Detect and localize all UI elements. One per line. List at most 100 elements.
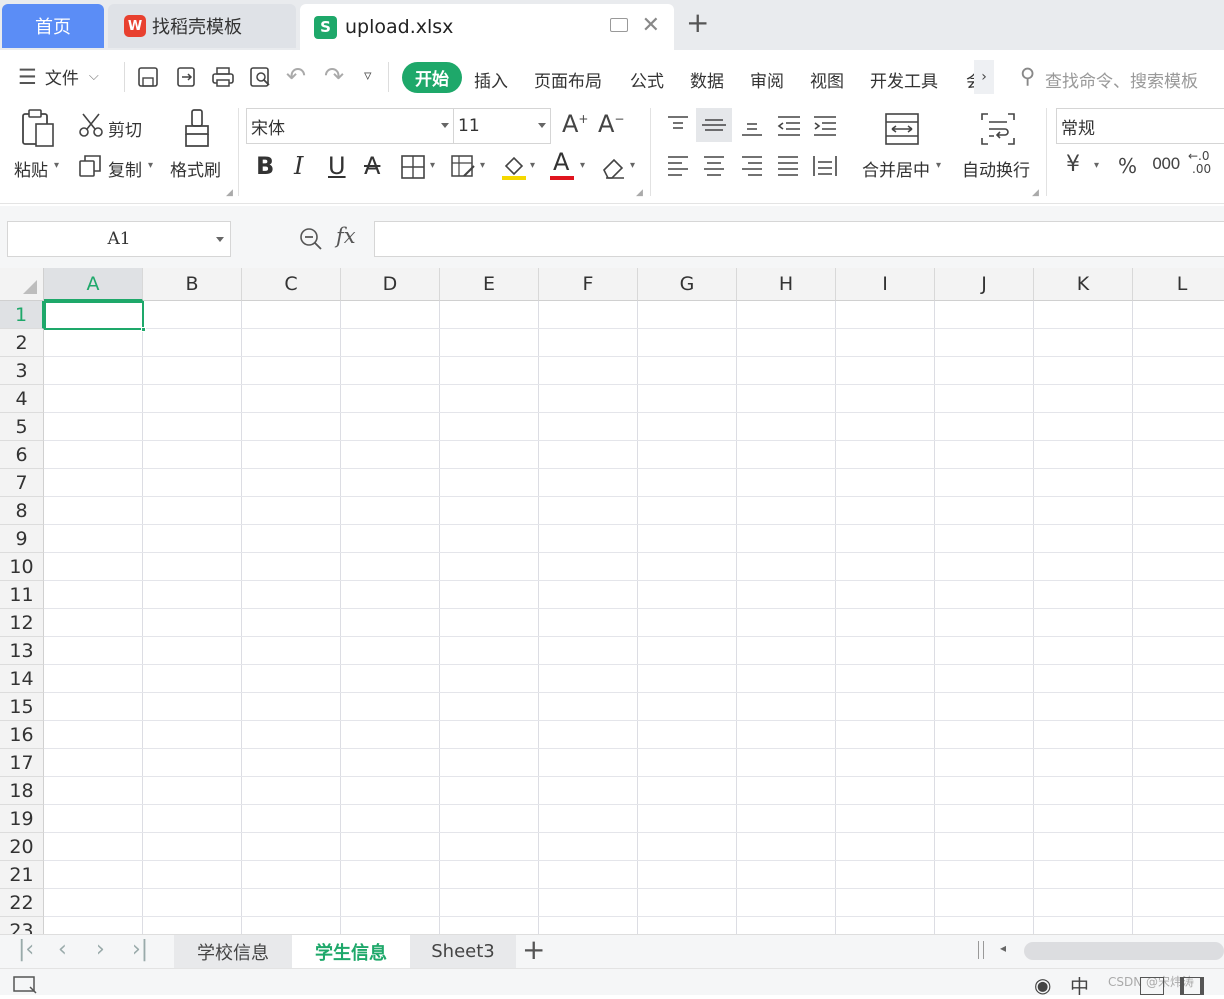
column-header-f[interactable]: F — [539, 268, 638, 301]
tab-document[interactable]: S upload.xlsx ✕ — [300, 4, 674, 50]
cell-style-dropdown-icon[interactable]: ▾ — [480, 160, 485, 171]
tab-home[interactable]: 首页 — [2, 4, 104, 48]
merge-dropdown-icon[interactable]: ▾ — [936, 160, 941, 171]
sheet-tab-sheet3[interactable]: Sheet3 — [410, 935, 516, 968]
font-color-dropdown-icon[interactable]: ▾ — [580, 160, 585, 171]
paste-dropdown-icon[interactable]: ▾ — [54, 160, 59, 171]
eye-protection-icon[interactable]: ◉ — [1034, 973, 1051, 997]
row-header-12[interactable]: 12 — [0, 609, 44, 637]
increase-decimal-icon[interactable]: ←.0 .00 — [1188, 150, 1224, 180]
merge-center-button[interactable]: 合并居中 — [862, 156, 930, 181]
ribbon-tab-formulas[interactable]: 公式 — [630, 67, 664, 92]
print-icon[interactable] — [210, 65, 236, 89]
zoom-icon[interactable] — [298, 226, 324, 252]
insert-function-icon[interactable]: fx — [336, 224, 356, 248]
align-bottom-icon[interactable] — [740, 114, 764, 138]
row-header-9[interactable]: 9 — [0, 525, 44, 553]
customize-quick-access-icon[interactable]: ▿ — [364, 66, 372, 84]
column-header-g[interactable]: G — [638, 268, 737, 301]
save-icon[interactable] — [136, 65, 160, 89]
increase-font-size-icon[interactable]: A+ — [562, 110, 588, 138]
row-header-17[interactable]: 17 — [0, 749, 44, 777]
ribbon-tab-developer[interactable]: 开发工具 — [870, 67, 938, 92]
ribbon-tab-page-layout[interactable]: 页面布局 — [534, 67, 602, 92]
undo-icon[interactable]: ↶ — [286, 62, 306, 90]
alignment-launcher-icon[interactable]: ◢ — [1032, 188, 1039, 198]
ribbon-tab-data[interactable]: 数据 — [690, 67, 724, 92]
font-size-select[interactable]: 11 — [453, 108, 551, 144]
ribbon-tab-review[interactable]: 审阅 — [750, 67, 784, 92]
column-header-j[interactable]: J — [935, 268, 1034, 301]
underline-icon[interactable]: U — [328, 152, 346, 180]
sheet-tab-school[interactable]: 学校信息 — [174, 935, 292, 968]
page-break-view-icon[interactable] — [1180, 977, 1204, 995]
eraser-icon[interactable] — [600, 154, 628, 180]
row-header-10[interactable]: 10 — [0, 553, 44, 581]
redo-icon[interactable]: ↷ — [324, 62, 344, 90]
ribbon-tab-home[interactable]: 开始 — [402, 62, 462, 93]
row-header-15[interactable]: 15 — [0, 693, 44, 721]
row-header-23[interactable]: 23 — [0, 917, 44, 934]
ribbon-tab-insert[interactable]: 插入 — [474, 67, 508, 92]
row-header-5[interactable]: 5 — [0, 413, 44, 441]
prev-sheet-icon[interactable]: ‹ — [58, 937, 67, 962]
last-sheet-icon[interactable]: ›| — [132, 937, 148, 962]
decrease-indent-icon[interactable] — [776, 114, 802, 138]
next-sheet-icon[interactable]: › — [96, 937, 105, 962]
spreadsheet-grid[interactable]: ABCDEFGHIJKL 1 2 3 4 5 6 7 8 9 10 11 12 13 14 15 16 17 18… — [0, 268, 1224, 934]
eraser-dropdown-icon[interactable]: ▾ — [630, 160, 635, 171]
currency-dropdown-icon[interactable]: ▾ — [1094, 160, 1099, 171]
fill-color-icon[interactable] — [500, 152, 528, 182]
split-handle-icon[interactable] — [978, 941, 984, 959]
thousands-separator-icon[interactable]: 000 — [1152, 154, 1181, 173]
row-header-6[interactable]: 6 — [0, 441, 44, 469]
column-header-i[interactable]: I — [836, 268, 935, 301]
fill-handle[interactable] — [141, 327, 146, 332]
ribbon-tab-view[interactable]: 视图 — [810, 67, 844, 92]
column-header-k[interactable]: K — [1034, 268, 1133, 301]
row-header-13[interactable]: 13 — [0, 637, 44, 665]
more-tabs-button[interactable]: › — [974, 60, 994, 94]
column-header-l[interactable]: L — [1133, 268, 1224, 301]
align-top-icon[interactable] — [666, 114, 690, 136]
font-launcher-icon[interactable]: ◢ — [636, 188, 643, 198]
increase-indent-icon[interactable] — [812, 114, 838, 138]
column-header-d[interactable]: D — [341, 268, 440, 301]
add-sheet-button[interactable]: + — [522, 933, 545, 966]
copy-dropdown-icon[interactable]: ▾ — [148, 160, 153, 171]
row-header-22[interactable]: 22 — [0, 889, 44, 917]
export-icon[interactable] — [174, 65, 198, 89]
percent-icon[interactable]: % — [1118, 154, 1137, 178]
borders-dropdown-icon[interactable]: ▾ — [430, 160, 435, 171]
formula-input[interactable] — [374, 221, 1224, 257]
select-all-corner[interactable] — [0, 268, 44, 301]
cut-button[interactable]: 剪切 — [108, 116, 142, 141]
font-name-select[interactable]: 宋体 — [246, 108, 454, 144]
close-tab-icon[interactable]: ✕ — [642, 13, 660, 38]
row-header-14[interactable]: 14 — [0, 665, 44, 693]
borders-icon[interactable] — [400, 154, 426, 180]
tab-template-store[interactable]: W 找稻壳模板 — [108, 4, 296, 48]
column-header-b[interactable]: B — [143, 268, 242, 301]
row-header-19[interactable]: 19 — [0, 805, 44, 833]
monitor-icon[interactable] — [610, 18, 628, 32]
new-tab-button[interactable]: + — [686, 6, 709, 39]
normal-view-icon[interactable] — [1140, 977, 1164, 995]
row-header-7[interactable]: 7 — [0, 469, 44, 497]
column-header-h[interactable]: H — [737, 268, 836, 301]
align-left-icon[interactable] — [666, 154, 690, 178]
align-right-icon[interactable] — [740, 154, 764, 178]
sheet-tab-students[interactable]: 学生信息 — [292, 935, 410, 968]
strikethrough-icon[interactable]: A — [364, 152, 380, 180]
distributed-align-icon[interactable] — [812, 154, 838, 178]
clipboard-launcher-icon[interactable]: ◢ — [226, 188, 233, 198]
command-search-input[interactable]: 查找命令、搜索模板 — [1045, 67, 1198, 92]
row-header-1[interactable]: 1 — [0, 301, 44, 329]
column-header-e[interactable]: E — [440, 268, 539, 301]
row-header-2[interactable]: 2 — [0, 329, 44, 357]
align-center-icon[interactable] — [702, 154, 726, 178]
horizontal-scrollbar[interactable] — [1024, 942, 1224, 960]
macro-record-icon[interactable] — [12, 975, 38, 995]
row-header-18[interactable]: 18 — [0, 777, 44, 805]
align-middle-button[interactable] — [696, 108, 732, 142]
